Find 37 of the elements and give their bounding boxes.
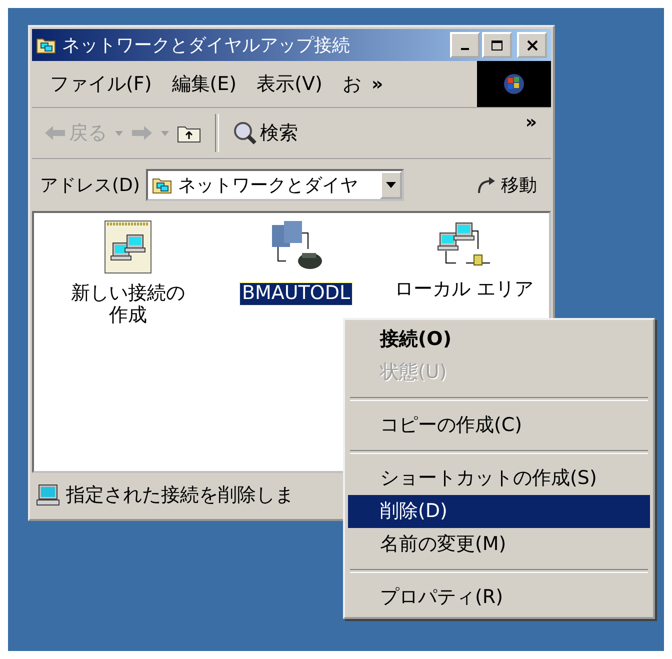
context-menu-item[interactable]: 削除(D)	[348, 495, 650, 528]
address-label: アドレス(D)	[40, 174, 140, 197]
minimize-icon	[461, 48, 469, 50]
context-menu-item[interactable]: 名前の変更(M)	[348, 528, 650, 561]
menu-item[interactable]: 表示(V)	[246, 71, 332, 97]
search-icon	[233, 121, 257, 145]
menu-item[interactable]: ファイル(F)	[40, 71, 162, 97]
close-icon	[526, 40, 538, 50]
menu-item[interactable]: 編集(E)	[162, 71, 247, 97]
connection-item-label[interactable]: ローカル エリア	[392, 279, 536, 301]
connection-item-label[interactable]: 新しい接続の作成	[68, 283, 188, 327]
folder-icon	[152, 176, 172, 194]
dropdown-caret-icon	[115, 130, 123, 136]
folder-icon	[36, 36, 56, 54]
maximize-icon	[491, 40, 503, 50]
context-menu-item[interactable]: ショートカットの作成(S)	[348, 462, 650, 495]
context-menu-item[interactable]: コピーの作成(C)	[348, 409, 650, 442]
maximize-button[interactable]	[482, 32, 512, 58]
menu-item[interactable]: お	[332, 71, 372, 97]
menu-overflow-chevron[interactable]: »	[371, 74, 384, 94]
dropdown-caret-icon	[386, 182, 396, 188]
address-field[interactable]: ネットワークとダイヤ	[146, 169, 404, 201]
context-menu-item[interactable]: プロパティ(R)	[348, 581, 650, 614]
context-menu-item[interactable]: 接続(O)	[348, 323, 650, 356]
go-button[interactable]: 移動	[470, 171, 543, 199]
computer-icon	[36, 483, 60, 507]
status-text: 指定された接続を削除しま	[66, 483, 294, 508]
dropdown-caret-icon	[161, 130, 169, 136]
search-button[interactable]: 検索	[231, 118, 300, 148]
connection-item-label[interactable]: BMAUTODL	[240, 283, 352, 305]
toolbar-overflow-chevron[interactable]: »	[525, 112, 537, 133]
left-arrow-icon	[44, 125, 66, 141]
minimize-button[interactable]	[450, 32, 480, 58]
right-arrow-icon	[131, 125, 153, 141]
flag-logo-icon	[501, 72, 527, 96]
close-button[interactable]	[517, 32, 547, 58]
window-title: ネットワークとダイヤルアップ接続	[62, 34, 350, 57]
